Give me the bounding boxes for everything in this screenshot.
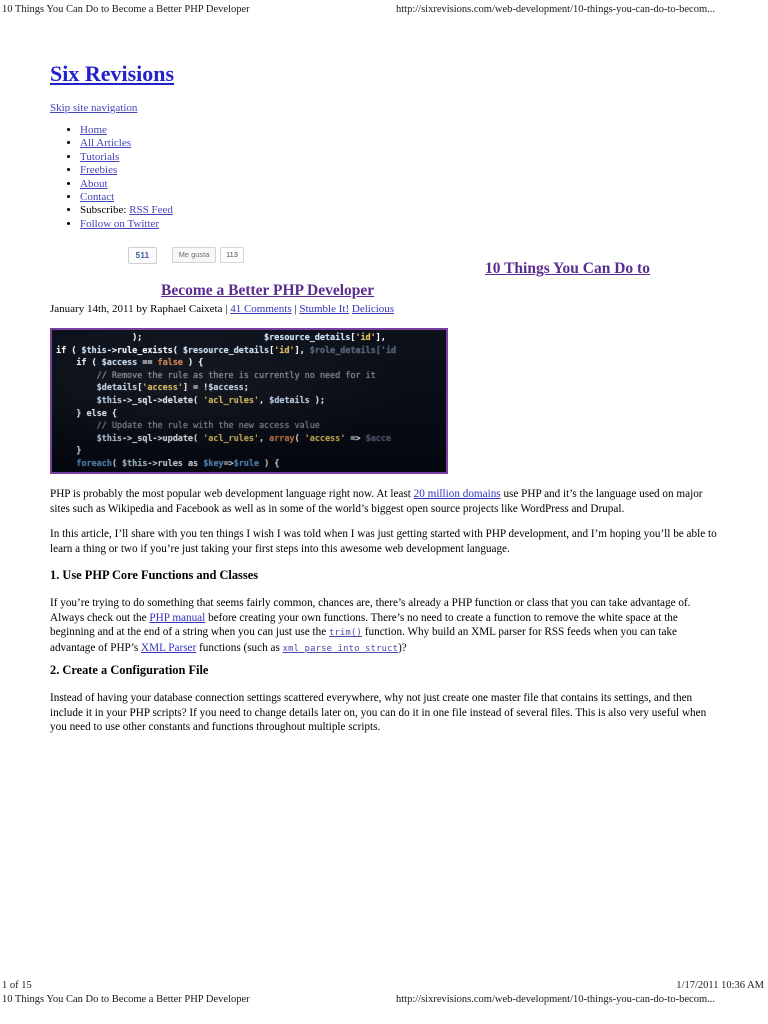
nav-item-subscribe[interactable]: Subscribe: RSS Feed (80, 204, 173, 217)
print-footer-timestamp: 1/17/2011 10:36 AM (676, 980, 764, 991)
print-header-title: 10 Things You Can Do to Become a Better … (2, 4, 250, 15)
section-2-body: Instead of having your database connecti… (50, 692, 707, 734)
article-title-line2: Become a Better PHP Developer (161, 281, 374, 300)
nav-item-follow-on-twitter[interactable]: Follow on Twitter (80, 218, 173, 231)
skip-site-navigation-link[interactable]: Skip site navigation (50, 102, 137, 114)
byline-author: Raphael Caixeta (150, 303, 223, 315)
intro-p1-text-a: PHP is probably the most popular web dev… (50, 488, 414, 500)
code-trim-function[interactable]: trim() (329, 628, 362, 638)
nav-link-home[interactable]: Home (80, 124, 107, 136)
facebook-like-count: 113 (220, 247, 244, 263)
nav-link-freebies[interactable]: Freebies (80, 164, 117, 176)
print-footer-row-2: 10 Things You Can Do to Become a Better … (0, 993, 768, 1007)
byline-comments-link[interactable]: 41 Comments (230, 303, 291, 315)
nav-item-all-articles[interactable]: All Articles (80, 137, 173, 150)
byline-stumble-link[interactable]: Stumble It! (299, 303, 349, 315)
article-hero-image: ); $resource_details['id'], if ( $this->… (50, 328, 448, 474)
section-2-heading-wrapper: 2. Create a Configuration File (50, 662, 718, 678)
print-footer-row-1: 1 of 15 1/17/2011 10:36 AM (0, 979, 768, 993)
nav-item-about[interactable]: About (80, 178, 173, 191)
print-footer-page-number: 1 of 15 (2, 980, 32, 991)
article-title-link-part1[interactable]: 10 Things You Can Do to (485, 260, 650, 277)
nav-link-all-articles[interactable]: All Articles (80, 137, 131, 149)
intro-paragraph-2-wrapper: In this article, I’ll share with you ten… (50, 527, 718, 556)
link-php-manual[interactable]: PHP manual (149, 612, 205, 624)
section-1-heading: 1. Use PHP Core Functions and Classes (50, 568, 259, 582)
section-1-body: If you’re trying to do something that se… (50, 596, 718, 656)
section-2-body-wrapper: Instead of having your database connecti… (50, 691, 718, 735)
nav-item-tutorials[interactable]: Tutorials (80, 151, 173, 164)
print-header-url: http://sixrevisions.com/web-development/… (396, 4, 716, 15)
nav-link-rss-feed[interactable]: RSS Feed (129, 204, 173, 216)
section-1-text-d: functions (such as (196, 641, 283, 654)
nav-item-freebies[interactable]: Freebies (80, 164, 173, 177)
site-title-link[interactable]: Six Revisions (50, 61, 174, 86)
link-20-million-domains[interactable]: 20 million domains (414, 488, 501, 500)
skip-site-navigation: Skip site navigation (50, 101, 137, 115)
nav-link-contact[interactable]: Contact (80, 191, 114, 203)
nav-item-home[interactable]: Home (80, 124, 173, 137)
nav-link-follow-on-twitter[interactable]: Follow on Twitter (80, 218, 159, 230)
print-footer-url: http://sixrevisions.com/web-development/… (396, 994, 716, 1005)
section-1-heading-wrapper: 1. Use PHP Core Functions and Classes (50, 567, 718, 583)
nav-subscribe-prefix: Subscribe: (80, 204, 130, 217)
intro-paragraph-1-wrapper: PHP is probably the most popular web dev… (50, 487, 718, 516)
byline-delicious-link[interactable]: Delicious (352, 303, 394, 315)
nav-link-about[interactable]: About (80, 178, 108, 190)
intro-paragraph-2: In this article, I’ll share with you ten… (50, 528, 717, 555)
site-navigation-list: Home All Articles Tutorials Freebies Abo… (64, 124, 173, 231)
print-footer-title: 10 Things You Can Do to Become a Better … (2, 994, 250, 1005)
article-title-line1: 10 Things You Can Do to (485, 259, 650, 278)
byline-date: January 14th, 2011 (50, 303, 134, 315)
nav-item-contact[interactable]: Contact (80, 191, 173, 204)
section-2-heading: 2. Create a Configuration File (50, 663, 209, 677)
nav-link-tutorials[interactable]: Tutorials (80, 151, 119, 163)
facebook-like-button[interactable]: Me gusta (172, 247, 216, 263)
print-header: 10 Things You Can Do to Become a Better … (0, 3, 768, 19)
link-xml-parser[interactable]: XML Parser (141, 642, 196, 654)
article-byline: January 14th, 2011 by Raphael Caixeta | … (50, 302, 394, 316)
section-1-text-e: )? (398, 641, 407, 654)
section-1-body-wrapper: If you’re trying to do something that se… (50, 596, 718, 656)
intro-paragraph-1: PHP is probably the most popular web dev… (50, 487, 718, 516)
article-title-link-part2[interactable]: Become a Better PHP Developer (161, 282, 374, 299)
share-count-button[interactable]: 511 (128, 247, 157, 264)
byline-by: by (133, 303, 151, 315)
site-title: Six Revisions (50, 61, 174, 87)
code-xml-parse-into-struct[interactable]: xml_parse_into_struct (283, 644, 398, 654)
code-screenshot-text: ); $resource_details['id'], if ( $this->… (56, 333, 396, 469)
